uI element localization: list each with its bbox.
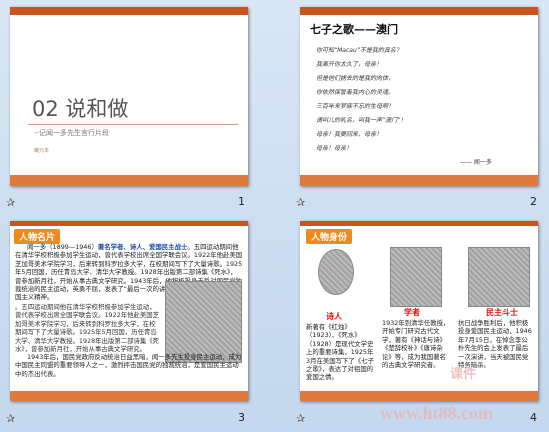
slide-number: 2: [530, 195, 537, 208]
slide-footer-bar: [10, 391, 248, 401]
role-label-democrat: 民主斗士: [486, 308, 518, 317]
poem-title: 七子之歌——澳门: [310, 23, 398, 36]
portrait-photo: [165, 281, 242, 363]
poem-line-4: 你依然保管着我内心的灵魂。: [316, 89, 395, 96]
slide-number: 3: [238, 411, 245, 424]
section-tag: 人物身份: [306, 229, 353, 244]
portrait-democrat: [468, 247, 530, 307]
poem-line-6: 请叫儿的乳名，叫我一声“澳门”！: [316, 117, 407, 124]
poem-line-1: 你可知“Macau”不是我的真名？: [316, 47, 402, 54]
animation-star-icon[interactable]: ✰: [296, 196, 305, 209]
slide-title-bar: [10, 7, 248, 15]
slide-author: 曦元本: [34, 148, 50, 154]
slide-thumbnail-1[interactable]: 02 说和做 --记闻一多先生言行片段 曦元本: [10, 7, 248, 186]
bio-intro-titles: 著名学者、诗人、爱国民主战士: [97, 243, 188, 251]
bio-paragraph-2: 1943年后，国民党政府反动统治日益黑暗，闻一多先生投身民主运动，成为中国民主同…: [15, 353, 243, 387]
watermark-brand: 课件: [450, 367, 477, 382]
poem-line-8: 母亲！母亲！: [316, 145, 353, 152]
slide-title-bar: [10, 221, 248, 226]
bio-para-2: 1943年后，国民党政府反动统治日益黑暗，闻一多先生投身民主运动，成为中国民主同…: [15, 353, 242, 378]
poem-line-2: 我离开你太久了，母亲！: [316, 61, 383, 68]
portrait-scholar: [390, 247, 442, 307]
slide-footer-bar: [300, 175, 538, 186]
watermark-url: www.ht88.com: [380, 403, 493, 423]
poem-line-7: 母亲！我要回来，母亲！: [316, 131, 383, 138]
slide-thumbnail-2[interactable]: 七子之歌——澳门 你可知“Macau”不是我的真名？ 我离开你太久了，母亲！ 但…: [300, 7, 538, 186]
poem-signature: —— 闻一多: [460, 159, 492, 166]
slide-number: 1: [238, 195, 245, 208]
role-label-scholar: 学者: [404, 308, 420, 317]
poem-line-5: 三百年来梦寐不忘的生母啊！: [316, 103, 395, 110]
bio-paragraph-left: 。五四运动期间他在清华学校积极参加学生运动，曾代表学校出席全国学联会议。1922…: [15, 303, 161, 353]
bio-intro-name: 闻一多（1899—1946）: [27, 243, 98, 251]
section-tag: 人物名片: [14, 229, 61, 244]
slide-title-bar: [300, 7, 538, 15]
animation-star-icon[interactable]: ✰: [6, 196, 15, 209]
role-text-scholar: 1932年到清华任教授，开始专门研究古代文学，著有《神话与诗》《楚辞校补》《唐诗…: [382, 319, 450, 370]
animation-star-icon[interactable]: ✰: [296, 412, 305, 425]
poem-line-3: 但是他们掳去的是我的肉体，: [316, 75, 395, 82]
slide-number: 4: [530, 411, 537, 424]
slide-thumbnail-3[interactable]: 人物名片 闻一多（1899—1946）著名学者、诗人、爱国民主战士。五四运动期间…: [10, 221, 248, 401]
slide-footer-bar: [300, 391, 538, 401]
role-label-poet: 诗人: [326, 312, 342, 321]
slide-footer-bar: [10, 175, 248, 186]
animation-star-icon[interactable]: ✰: [6, 412, 15, 425]
slide-title: 02 说和做: [32, 97, 129, 121]
slide-subtitle: --记闻一多先生言行片段: [34, 129, 110, 137]
slide-title-bar: [300, 221, 538, 226]
role-text-poet: 新著有《红烛》（1923）、《死水》（1928）是现代文学史上的重要诗集，192…: [306, 323, 374, 382]
bio-body-continued: 。五四运动期间他在清华学校积极参加学生运动，曾代表学校出席全国学联会议。1922…: [15, 303, 160, 353]
slide-thumbnail-4[interactable]: 人物身份 诗人 学者 民主斗士 新著有《红烛》（1923）、《死水》（1928）…: [300, 221, 538, 401]
title-divider: [28, 124, 238, 125]
portrait-poet: [318, 249, 354, 295]
